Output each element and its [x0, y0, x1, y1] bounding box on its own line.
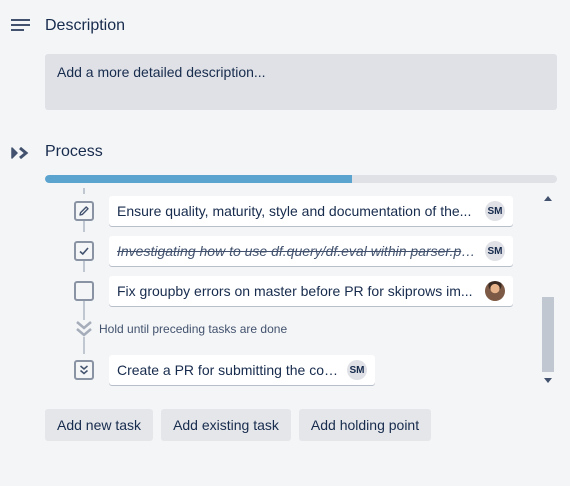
pencil-icon	[79, 206, 89, 216]
progress-bar-fill	[45, 175, 353, 183]
task-row: Investigating how to use df.query/df.eva…	[45, 236, 513, 268]
task-title: Create a PR for submitting the code	[117, 362, 339, 378]
checkmark-icon	[79, 247, 89, 256]
task-checkbox[interactable]	[74, 201, 94, 221]
add-new-task-button[interactable]: Add new task	[45, 409, 154, 441]
task-list: Ensure quality, maturity, style and docu…	[45, 188, 557, 388]
task-row: Ensure quality, maturity, style and docu…	[45, 196, 513, 228]
add-holding-point-button[interactable]: Add holding point	[298, 409, 432, 441]
description-heading: Description	[45, 17, 126, 34]
process-heading: Process	[45, 143, 103, 160]
task-card[interactable]: Ensure quality, maturity, style and docu…	[109, 196, 513, 226]
task-rail	[83, 188, 85, 194]
task-checkbox[interactable]	[74, 281, 94, 301]
description-input[interactable]: Add a more detailed description...	[45, 54, 557, 110]
task-row: Create a PR for submitting the code SM	[45, 355, 385, 387]
assignee-avatar[interactable]: SM	[347, 360, 367, 380]
scroll-down-icon[interactable]	[544, 378, 552, 383]
task-list-scrollbar[interactable]	[541, 192, 555, 387]
task-rail	[83, 337, 85, 354]
double-chevron-down-icon	[80, 365, 88, 375]
assignee-avatar[interactable]: SM	[485, 201, 505, 221]
task-title: Investigating how to use df.query/df.eva…	[117, 243, 477, 259]
task-card[interactable]: Investigating how to use df.query/df.eva…	[109, 236, 513, 266]
assignee-avatar[interactable]	[485, 281, 505, 301]
task-checkbox[interactable]	[74, 241, 94, 261]
task-checkbox[interactable]	[74, 360, 94, 380]
task-card[interactable]: Fix groupby errors on master before PR f…	[109, 276, 513, 306]
process-actions: Add new task Add existing task Add holdi…	[45, 409, 432, 441]
task-title: Fix groupby errors on master before PR f…	[117, 283, 473, 299]
process-progress-bar	[45, 175, 557, 183]
scroll-up-icon[interactable]	[544, 196, 552, 201]
assignee-avatar[interactable]: SM	[485, 241, 505, 261]
add-existing-task-button[interactable]: Add existing task	[161, 409, 291, 441]
task-card[interactable]: Create a PR for submitting the code SM	[109, 355, 375, 385]
scrollbar-thumb[interactable]	[542, 297, 554, 372]
process-icon	[11, 147, 29, 159]
double-chevron-down-icon	[76, 321, 92, 337]
description-icon	[11, 19, 30, 33]
holding-point-label: Hold until preceding tasks are done	[99, 322, 288, 336]
task-row: Fix groupby errors on master before PR f…	[45, 276, 513, 308]
task-title: Ensure quality, maturity, style and docu…	[117, 203, 472, 219]
